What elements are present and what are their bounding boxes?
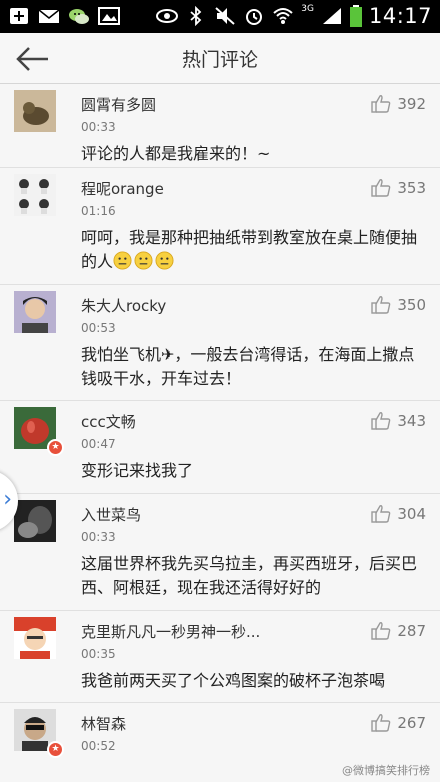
page-title: 热门评论: [181, 49, 258, 71]
bluetooth-icon: [190, 6, 202, 26]
watermark: @微博搞笑排行榜: [342, 764, 430, 777]
comment-time: 00:53: [81, 321, 116, 335]
verified-badge-icon: ★: [47, 741, 64, 758]
title-bar: 热门评论: [0, 33, 440, 84]
like-button[interactable]: 350: [371, 295, 426, 315]
like-count: 392: [397, 95, 426, 113]
comment-time: 00:33: [81, 530, 116, 544]
thumbs-up-icon: [371, 95, 391, 113]
add-icon: [10, 8, 28, 24]
like-count: 304: [397, 505, 426, 523]
username[interactable]: 克里斯凡凡一秒男神一秒...: [81, 621, 260, 642]
avatar[interactable]: [14, 617, 56, 659]
eye-icon: [156, 9, 179, 23]
like-count: 353: [397, 179, 426, 197]
username[interactable]: 朱大人rocky: [81, 295, 166, 316]
network-type: 3G: [301, 4, 314, 14]
like-count: 287: [397, 622, 426, 640]
comment-item[interactable]: 克里斯凡凡一秒男神一秒... 00:35 我爸前两天买了个公鸡图案的破杯子泡茶喝…: [0, 611, 440, 703]
chevron-right-icon: ›: [3, 487, 12, 512]
comment-text: 这届世界杯我先买乌拉圭，再买西班牙，后买巴西、阿根廷，现在我还活得好好的: [81, 554, 418, 597]
comment-list[interactable]: 圆霄有多圆 00:33 评论的人都是我雇来的！~ 392 程呢orange 01…: [0, 84, 440, 782]
like-count: 343: [397, 412, 426, 430]
like-button[interactable]: 392: [371, 94, 426, 114]
grimace-emoji-icon: [113, 251, 132, 270]
image-icon: [98, 7, 120, 25]
alarm-icon: [246, 9, 263, 25]
like-button[interactable]: 304: [371, 504, 426, 524]
avatar[interactable]: [14, 500, 56, 542]
comment-text-wrap: 呵呵，我是那种把抽纸带到教室放在桌上随便抽的人: [81, 226, 426, 274]
comment-text: 我爸前两天买了个公鸡图案的破杯子泡茶喝: [81, 671, 386, 690]
comment-text: 我怕坐飞机✈，一般去台湾得话，在海面上撒点钱吸干水，开车过去！: [81, 345, 415, 388]
username[interactable]: ccc文畅: [81, 411, 136, 432]
like-count: 267: [397, 714, 426, 732]
comment-time: 00:35: [81, 647, 116, 661]
comment-item[interactable]: 入世菜鸟 00:33 这届世界杯我先买乌拉圭，再买西班牙，后买巴西、阿根廷，现在…: [0, 494, 440, 611]
avatar[interactable]: [14, 291, 56, 333]
comment-time: 00:52: [81, 739, 116, 753]
thumbs-up-icon: [371, 412, 391, 430]
like-button[interactable]: 343: [371, 411, 426, 431]
like-button[interactable]: 353: [371, 178, 426, 198]
comment-item[interactable]: 程呢orange 01:16 呵呵，我是那种把抽纸带到教室放在桌上随便抽的人 3…: [0, 168, 440, 285]
comment-item[interactable]: 朱大人rocky 00:53 我怕坐飞机✈，一般去台湾得话，在海面上撒点钱吸干水…: [0, 285, 440, 401]
avatar[interactable]: [14, 174, 56, 216]
comment-time: 00:47: [81, 437, 116, 451]
username[interactable]: 圆霄有多圆: [81, 94, 156, 115]
avatar[interactable]: [14, 90, 56, 132]
grimace-emoji-icon: [134, 251, 153, 270]
comment-time: 00:33: [81, 120, 116, 134]
like-button[interactable]: 267: [371, 713, 426, 733]
wifi-icon: [273, 8, 293, 24]
thumbs-up-icon: [371, 296, 391, 314]
comment-text: 变形记来找我了: [81, 461, 194, 480]
status-bar: 3G 14:17: [0, 0, 440, 33]
thumbs-up-icon: [371, 179, 391, 197]
mute-icon: [215, 7, 235, 25]
signal-icon: [322, 8, 341, 24]
battery-icon: [349, 5, 362, 27]
comment-time: 01:16: [81, 204, 116, 218]
verified-badge-icon: ★: [47, 439, 64, 456]
clock: 14:17: [368, 4, 432, 28]
comment-text: 评论的人都是我雇来的！~: [81, 144, 271, 163]
comment-item[interactable]: ★ ccc文畅 00:47 变形记来找我了 343: [0, 401, 440, 494]
username[interactable]: 林智森: [81, 713, 126, 734]
thumbs-up-icon: [371, 505, 391, 523]
thumbs-up-icon: [371, 714, 391, 732]
thumbs-up-icon: [371, 622, 391, 640]
username[interactable]: 程呢orange: [81, 178, 164, 199]
grimace-emoji-icon: [155, 251, 174, 270]
like-button[interactable]: 287: [371, 621, 426, 641]
username[interactable]: 入世菜鸟: [81, 504, 141, 525]
like-count: 350: [397, 296, 426, 314]
wechat-icon: [69, 9, 89, 24]
comment-item[interactable]: 圆霄有多圆 00:33 评论的人都是我雇来的！~ 392: [0, 84, 440, 168]
mail-icon: [38, 9, 60, 23]
